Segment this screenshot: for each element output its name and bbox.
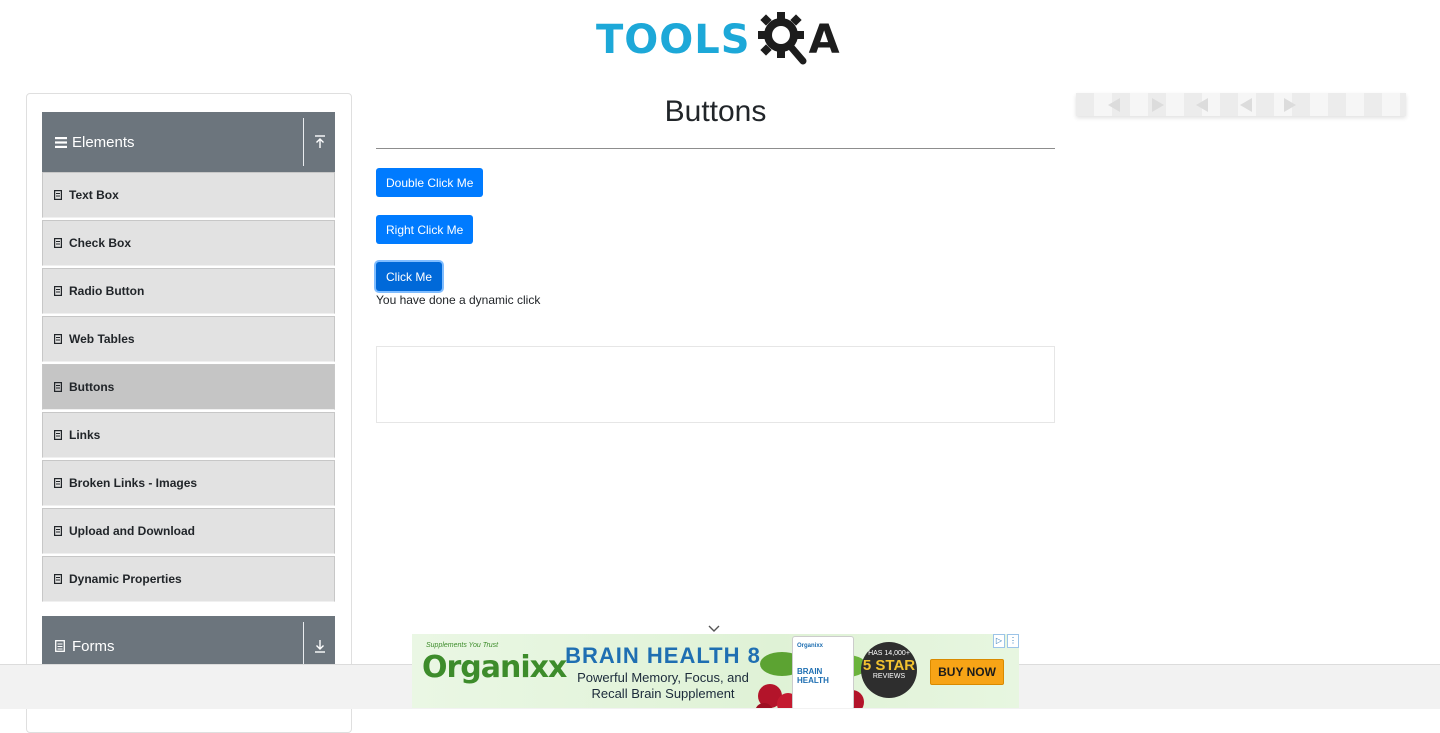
list-item-icon [54, 574, 64, 584]
sidebar-item-broken-links-images[interactable]: Broken Links - Images [42, 460, 335, 506]
ad-arrow-left-icon [1108, 97, 1120, 112]
sidebar-item-check-box[interactable]: Check Box [42, 220, 335, 266]
site-logo[interactable]: TOOLS A [596, 10, 840, 70]
title-divider [376, 148, 1055, 149]
seal-main-text: 5 STAR [862, 657, 916, 674]
ad-headline: BRAIN HEALTH 8 [565, 643, 761, 668]
sidebar-item-label: Broken Links - Images [69, 476, 198, 490]
list-item-icon [54, 334, 64, 344]
group-label-elements: Elements [72, 133, 135, 151]
sidebar-item-upload-and-download[interactable]: Upload and Download [42, 508, 335, 554]
ad-choices-icon[interactable]: ▷ [993, 634, 1005, 648]
ad-subline-1: Powerful Memory, Focus, and [577, 670, 749, 685]
logo-text-a: A [808, 17, 840, 63]
sidebar-item-label: Web Tables [69, 332, 135, 346]
double-click-button[interactable]: Double Click Me [376, 168, 484, 197]
sidebar-item-links[interactable]: Links [42, 412, 335, 458]
sidebar-item-text-box[interactable]: Text Box [42, 172, 335, 218]
ad-placeholder-box [376, 346, 1055, 423]
list-item-icon [54, 478, 64, 488]
document-icon [55, 640, 67, 652]
list-item-icon [54, 286, 64, 296]
right-ad-banner[interactable] [1076, 93, 1406, 116]
bottle-brand: Organixx [797, 643, 824, 649]
ad-menu-icon[interactable]: ⋮ [1007, 634, 1019, 648]
group-label-forms: Forms [72, 637, 115, 655]
ad-brand-logo: Organixx [422, 650, 567, 685]
seal-bottom-text: REVIEWS [872, 673, 906, 680]
ad-brand-tagline: Supplements You Trust [426, 642, 499, 649]
sidebar-item-label: Text Box [69, 188, 119, 202]
bottle-title: BRAIN HEALTH [797, 667, 829, 685]
list-item-icon [54, 430, 64, 440]
page-title: Buttons [664, 95, 767, 128]
sidebar-item-label: Radio Button [69, 284, 145, 298]
ad-subline-2: Recall Brain Supplement [591, 686, 735, 701]
list-item-icon [54, 238, 64, 248]
sidebar-item-label: Buttons [69, 380, 115, 394]
sidebar-item-label: Dynamic Properties [69, 572, 182, 586]
sidebar-item-label: Check Box [69, 236, 132, 250]
group-header-elements-label-wrap: Elements [42, 112, 303, 172]
ad-arrow-right-icon [1152, 97, 1164, 112]
group-header-elements[interactable]: Elements [42, 112, 335, 172]
ad-choices[interactable]: ▷ ⋮ [993, 634, 1019, 648]
left-navigation-panel: Elements Text Box Check Box Radio Button… [26, 93, 352, 733]
right-click-button[interactable]: Right Click Me [376, 215, 474, 244]
sidebar-item-label: Upload and Download [69, 524, 195, 538]
sidebar-item-radio-button[interactable]: Radio Button [42, 268, 335, 314]
logo-text-tools: TOOLS [596, 17, 751, 63]
sidebar-item-label: Links [69, 428, 101, 442]
review-seal-badge: HAS 14,000+ 5 STAR REVIEWS [861, 642, 917, 698]
sidebar-item-web-tables[interactable]: Web Tables [42, 316, 335, 362]
sidebar-item-dynamic-properties[interactable]: Dynamic Properties [42, 556, 335, 602]
list-item-icon [54, 526, 64, 536]
list-item-icon [54, 190, 64, 200]
arrow-up-icon[interactable] [304, 112, 335, 172]
ad-arrow-left-icon [1240, 97, 1252, 112]
ad-subline: Powerful Memory, Focus, and Recall Brain… [558, 670, 768, 702]
elements-menu-list: Text Box Check Box Radio Button Web Tabl… [42, 172, 335, 604]
bars-icon [55, 136, 67, 148]
ad-arrow-left-icon [1196, 97, 1208, 112]
buy-now-button[interactable]: BUY NOW [930, 659, 1004, 685]
list-item-icon [54, 382, 64, 392]
gear-magnifier-icon [755, 9, 811, 72]
dynamic-click-message: You have done a dynamic click [376, 293, 541, 307]
product-bottle-image: Organixx BRAIN HEALTH [792, 636, 854, 708]
bottom-ad-banner[interactable]: Supplements You Trust Organixx BRAIN HEA… [412, 634, 1019, 708]
click-me-button[interactable]: Click Me [376, 262, 443, 291]
ad-arrow-right-icon [1284, 97, 1296, 112]
sidebar-item-buttons[interactable]: Buttons [42, 364, 335, 410]
